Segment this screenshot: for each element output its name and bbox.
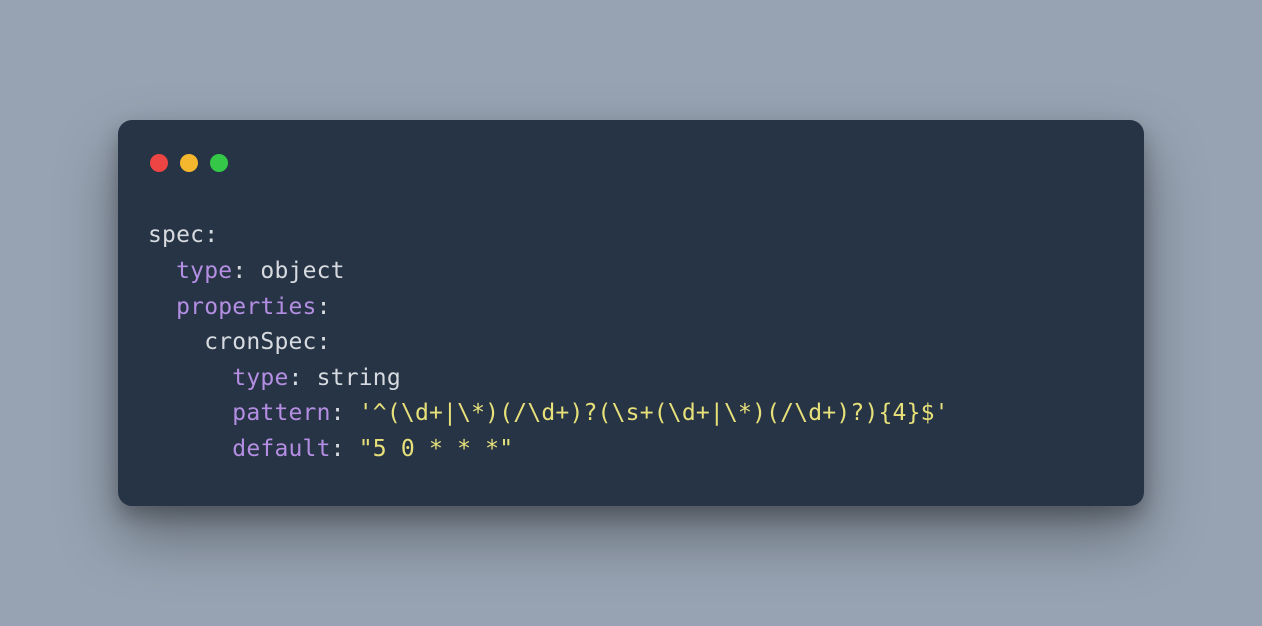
colon: : — [204, 222, 218, 248]
value-default: "5 0 * * *" — [359, 436, 514, 462]
key-cronspec: cronSpec — [204, 329, 316, 355]
value-pattern: '^(\d+|\*)(/\d+)?(\s+(\d+|\*)(/\d+)?){4}… — [359, 400, 949, 426]
line-6: pattern: '^(\d+|\*)(/\d+)?(\s+(\d+|\*)(/… — [148, 400, 949, 426]
line-4: cronSpec: — [148, 329, 331, 355]
colon: : — [331, 436, 359, 462]
line-5: type: string — [148, 365, 401, 391]
colon: : — [232, 258, 260, 284]
colon: : — [317, 294, 331, 320]
indent — [148, 329, 204, 355]
key-default: default — [232, 436, 330, 462]
indent — [148, 294, 176, 320]
minimize-icon[interactable] — [180, 154, 198, 172]
code-window: spec: type: object properties: cronSpec:… — [118, 120, 1144, 505]
indent — [148, 365, 232, 391]
close-icon[interactable] — [150, 154, 168, 172]
key-type: type — [232, 365, 288, 391]
indent — [148, 436, 232, 462]
line-3: properties: — [148, 294, 331, 320]
window-titlebar — [148, 148, 1114, 172]
key-pattern: pattern — [232, 400, 330, 426]
zoom-icon[interactable] — [210, 154, 228, 172]
key-spec: spec — [148, 222, 204, 248]
line-1: spec: — [148, 222, 218, 248]
value-string: string — [317, 365, 401, 391]
key-properties: properties — [176, 294, 316, 320]
key-type: type — [176, 258, 232, 284]
colon: : — [289, 365, 317, 391]
line-2: type: object — [148, 258, 345, 284]
colon: : — [317, 329, 331, 355]
colon: : — [331, 400, 359, 426]
code-block: spec: type: object properties: cronSpec:… — [148, 218, 1114, 467]
indent — [148, 400, 232, 426]
line-7: default: "5 0 * * *" — [148, 436, 513, 462]
indent — [148, 258, 176, 284]
value-object: object — [260, 258, 344, 284]
